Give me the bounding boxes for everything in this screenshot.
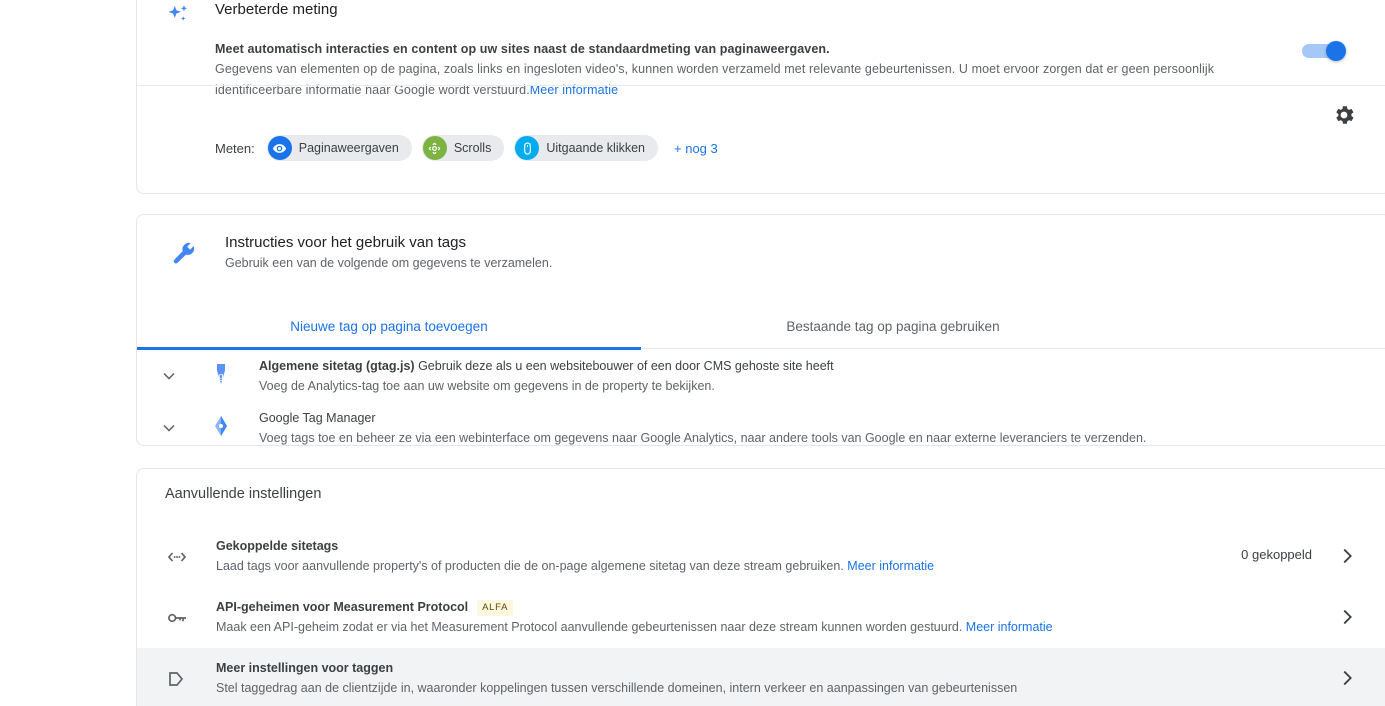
key-icon (165, 606, 189, 630)
tab-new-tag[interactable]: Nieuwe tag op pagina toevoegen (137, 303, 641, 350)
chip-label: Scrolls (453, 141, 492, 155)
tag-row-text: Google Tag Manager Voeg tags toe en behe… (259, 408, 1360, 445)
chevron-right-icon[interactable] (1336, 606, 1358, 628)
additional-settings-card: Aanvullende instellingen Gekoppelde site… (136, 468, 1385, 706)
tag-row-title: Algemene sitetag (gtag.js) Gebruik deze … (259, 356, 1360, 376)
chip-label: Uitgaande klikken (546, 141, 646, 155)
settings-row-title-label: Gekoppelde sitetags (216, 539, 339, 553)
mouse-icon (515, 136, 540, 160)
learn-more-link[interactable]: Meer informatie (847, 559, 934, 573)
learn-more-link[interactable]: Meer informatie (966, 620, 1053, 634)
tag-row-desc: Voeg de Analytics-tag toe aan uw website… (259, 379, 715, 393)
gear-icon[interactable] (1332, 103, 1356, 127)
tag-row-text: Algemene sitetag (gtag.js) Gebruik deze … (259, 356, 1360, 396)
chevron-down-icon[interactable] (159, 418, 179, 438)
svg-text:g: g (218, 371, 223, 381)
settings-row-desc: Laad tags voor aanvullende property's of… (216, 556, 934, 576)
settings-row-title-label: Meer instellingen voor taggen (216, 661, 394, 675)
tag-outline-icon (165, 667, 189, 691)
code-brackets-icon (165, 545, 189, 569)
tag-row-desc: Voeg tags toe en beheer ze via een webin… (259, 431, 1147, 445)
chevron-right-icon[interactable] (1336, 545, 1358, 567)
card-divider (137, 85, 1385, 86)
enhanced-measurement-toggle[interactable] (1302, 41, 1346, 61)
gtag-tag-icon: g (209, 362, 233, 386)
settings-row-desc-text: Maak een API-geheim zodat er via het Mea… (216, 620, 963, 634)
sparkle-icon (165, 3, 191, 29)
measuring-chips-row: Meten: Paginaweergaven Scrolls Uitgaande… (215, 135, 718, 161)
settings-row-text: Gekoppelde sitetags Laad tags voor aanvu… (216, 537, 934, 576)
chip-label: Paginaweergaven (298, 141, 399, 155)
settings-row-linked-sitetags[interactable]: Gekoppelde sitetags Laad tags voor aanvu… (137, 526, 1385, 587)
settings-row-title: API-geheimen voor Measurement Protocol AL… (216, 598, 1053, 617)
tag-instructions-card: Instructies voor het gebruik van tags Ge… (136, 214, 1385, 446)
chevron-right-icon[interactable] (1336, 667, 1358, 689)
settings-page: Verbeterde meting Meet automatisch inter… (0, 0, 1385, 706)
section-heading: Aanvullende instellingen (165, 486, 322, 502)
settings-row-text: API-geheimen voor Measurement Protocol AL… (216, 598, 1053, 637)
chip-outbound-clicks[interactable]: Uitgaande klikken (514, 135, 659, 161)
enhanced-measurement-description: Meet automatisch interacties en content … (215, 39, 1261, 100)
settings-row-desc: Maak een API-geheim zodat er via het Mea… (216, 617, 1053, 637)
google-tag-manager-icon (209, 414, 233, 438)
scroll-target-icon (422, 136, 447, 160)
tag-row-title-strong: Google Tag Manager (259, 411, 376, 425)
settings-row-desc-text: Laad tags voor aanvullende property's of… (216, 559, 844, 573)
chip-pageviews[interactable]: Paginaweergaven (266, 135, 412, 161)
more-chips-link[interactable]: + nog 3 (674, 141, 718, 156)
status-badge: 0 gekoppeld (1241, 547, 1312, 562)
settings-row-more-tagging[interactable]: Meer instellingen voor taggen Stel tagge… (137, 648, 1385, 706)
settings-row-desc: Stel taggedrag aan de clientzijde in, wa… (216, 681, 1018, 695)
description-text: Gegevens van elementen op de pagina, zoa… (215, 62, 1215, 97)
settings-row-title-label: API-geheimen voor Measurement Protocol (216, 600, 469, 614)
tag-row-gtag[interactable]: g Algemene sitetag (gtag.js) Gebruik dez… (137, 350, 1385, 402)
settings-row-text: Meer instellingen voor taggen Stel tagge… (216, 659, 1017, 698)
settings-row-title: Meer instellingen voor taggen (216, 659, 1017, 678)
card-title: Instructies voor het gebruik van tags (225, 234, 466, 251)
description-detail: Gegevens van elementen op de pagina, zoa… (215, 59, 1261, 100)
tag-row-title: Google Tag Manager (259, 408, 1360, 428)
settings-row-api-secrets[interactable]: API-geheimen voor Measurement Protocol AL… (137, 587, 1385, 648)
chip-scrolls[interactable]: Scrolls (421, 135, 505, 161)
tag-row-title-rest: Gebruik deze als u een websitebouwer of … (414, 359, 834, 373)
enhanced-measurement-card: Verbeterde meting Meet automatisch inter… (136, 0, 1385, 194)
card-subtitle: Gebruik een van de volgende om gegevens … (225, 256, 553, 270)
alpha-badge: ALFA (477, 599, 514, 616)
wrench-icon (170, 240, 198, 268)
toggle-knob (1326, 41, 1346, 61)
tag-row-gtm[interactable]: Google Tag Manager Voeg tags toe en behe… (137, 402, 1385, 445)
tag-row-title-strong: Algemene sitetag (gtag.js) (259, 359, 415, 373)
measuring-label: Meten: (215, 140, 255, 156)
tabs-bar: Nieuwe tag op pagina toevoegen Bestaande… (137, 303, 1385, 350)
eye-icon (267, 136, 292, 160)
page-title: Verbeterde meting (215, 1, 338, 18)
chevron-down-icon[interactable] (159, 366, 179, 386)
tab-existing-tag[interactable]: Bestaande tag op pagina gebruiken (641, 303, 1145, 349)
settings-row-title: Gekoppelde sitetags (216, 537, 934, 556)
description-lead: Meet automatisch interacties en content … (215, 42, 830, 56)
